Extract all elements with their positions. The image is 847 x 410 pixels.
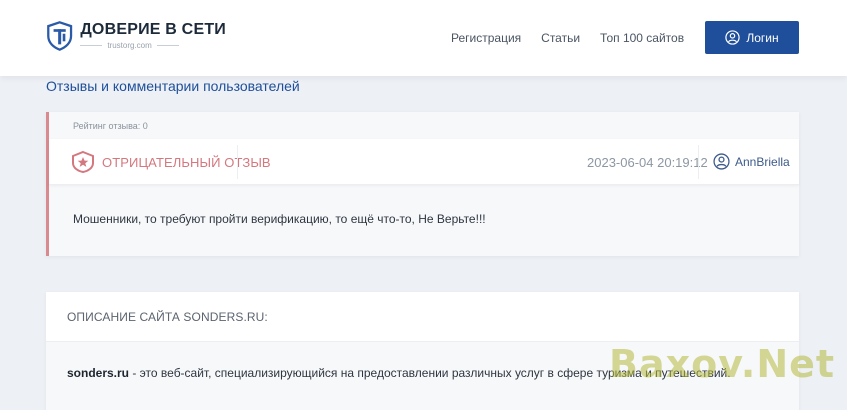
nav-link-articles[interactable]: Статьи bbox=[541, 31, 580, 45]
site-name: sonders.ru bbox=[67, 366, 130, 380]
review-card: Рейтинг отзыва: 0 ОТРИЦАТЕЛЬНЫЙ ОТЗЫВ 20… bbox=[46, 112, 799, 256]
logo-subtitle: trustorg.com bbox=[107, 41, 152, 50]
review-text: Мошенники, то требуют пройти верификацию… bbox=[73, 212, 486, 226]
logo-title: ДОВЕРИЕ В СЕТИ bbox=[80, 21, 226, 38]
logo-shield-icon bbox=[47, 21, 73, 51]
review-type-label: ОТРИЦАТЕЛЬНЫЙ ОТЗЫВ bbox=[102, 155, 271, 170]
user-icon bbox=[725, 30, 741, 45]
login-label: Логин bbox=[746, 30, 779, 45]
nav-link-top-100[interactable]: Топ 100 сайтов bbox=[600, 31, 684, 45]
divider bbox=[698, 145, 699, 179]
main-nav: Регистрация Статьи Топ 100 сайтов bbox=[451, 31, 684, 45]
site-logo[interactable]: ДОВЕРИЕ В СЕТИ trustorg.com bbox=[46, 16, 226, 60]
login-button[interactable]: Логин bbox=[705, 21, 799, 54]
description-header: ОПИСАНИЕ САЙТА SONDERS.RU: bbox=[46, 292, 799, 342]
site-header: ДОВЕРИЕ В СЕТИ trustorg.com Регистрация … bbox=[0, 0, 847, 76]
review-author[interactable]: AnnBriella bbox=[735, 155, 790, 169]
author-user-icon bbox=[713, 153, 730, 170]
description-title: ОПИСАНИЕ САЙТА SONDERS.RU: bbox=[67, 310, 268, 324]
divider bbox=[237, 145, 238, 179]
watermark: Baxov.Net bbox=[609, 342, 836, 386]
section-title: Отзывы и комментарии пользователей bbox=[46, 78, 300, 94]
review-date: 2023-06-04 20:19:12 bbox=[587, 155, 708, 170]
negative-star-icon bbox=[72, 150, 94, 174]
review-rating: Рейтинг отзыва: 0 bbox=[73, 121, 148, 131]
review-header: ОТРИЦАТЕЛЬНЫЙ ОТЗЫВ 2023-06-04 20:19:12 … bbox=[49, 139, 799, 185]
nav-link-registration[interactable]: Регистрация bbox=[451, 31, 521, 45]
